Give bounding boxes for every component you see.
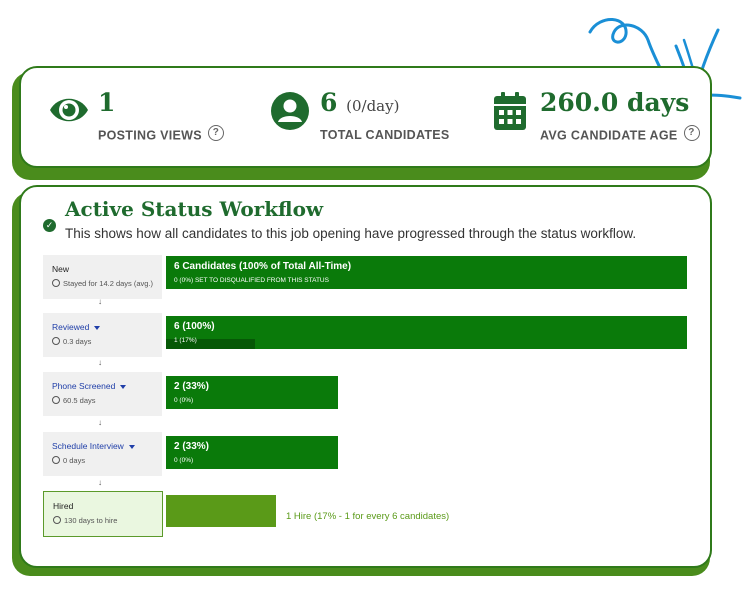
stage-bar-sublabel: 0 (0%) <box>174 397 194 404</box>
total-candidates-number: 6 <box>320 88 338 117</box>
stage-bar-label: 2 (33%) <box>174 441 210 452</box>
stage-bar-sublabel: 0 (0%) <box>174 457 194 464</box>
stage-name-dropdown[interactable]: Schedule Interview <box>52 440 153 452</box>
stage-time: 0 days <box>52 456 153 465</box>
eye-icon <box>50 98 88 122</box>
stage-reviewed: Reviewed 0.3 days <box>43 313 162 357</box>
stage-bar-sublabel: 1 (17%) <box>174 337 197 344</box>
stage-name-text: Schedule Interview <box>52 441 124 451</box>
posting-views-label-text: POSTING VIEWS <box>98 128 202 143</box>
hired-bar <box>166 495 276 527</box>
help-icon[interactable]: ? <box>683 125 700 141</box>
stage-name-dropdown[interactable]: Phone Screened <box>52 380 153 392</box>
clock-icon <box>52 337 60 345</box>
chevron-down-icon <box>128 444 135 449</box>
stage-bar-label: 6 (100%) <box>174 321 215 332</box>
stage-hired: Hired 130 days to hire <box>43 491 163 537</box>
stage-name-dropdown[interactable]: Reviewed <box>52 321 153 333</box>
arrow-down-icon: ↓ <box>98 418 102 427</box>
clock-icon <box>53 516 61 524</box>
stage-bar-label: 2 (33%) <box>174 381 210 392</box>
stage-schedule-interview: Schedule Interview 0 days <box>43 432 162 476</box>
clock-icon <box>52 279 60 287</box>
avg-candidate-age-value: 260.0 days <box>540 88 690 117</box>
posting-views-value: 1 <box>98 88 116 117</box>
stage-name: Hired <box>53 501 74 511</box>
stage-name: New <box>52 264 70 274</box>
stage-new: New Stayed for 14.2 days (avg.) <box>43 255 162 299</box>
avg-candidate-age-label: AVG CANDIDATE AGE? <box>540 125 700 144</box>
clock-icon <box>52 456 60 464</box>
stage-time-text: 0 days <box>63 456 86 465</box>
stage-bar-schedule-interview: 2 (33%) 0 (0%) <box>166 436 338 469</box>
arrow-down-icon: ↓ <box>98 478 102 487</box>
stage-phone-screened: Phone Screened 60.5 days <box>43 372 162 416</box>
stage-bar-new: 6 Candidates (100% of Total All-Time) 0 … <box>166 256 687 289</box>
stage-time-text: Stayed for 14.2 days (avg.) <box>63 279 154 288</box>
stage-time-text: 0.3 days <box>63 337 92 346</box>
arrow-down-icon: ↓ <box>98 297 102 306</box>
candidates-per-day: (0/day) <box>346 97 400 115</box>
workflow-title: Active Status Workflow <box>65 197 324 221</box>
chevron-down-icon <box>120 384 127 389</box>
chevron-down-icon <box>94 325 101 330</box>
stage-time: 0.3 days <box>52 337 153 346</box>
workflow-subtitle: This shows how all candidates to this jo… <box>65 226 637 241</box>
total-candidates-label: TOTAL CANDIDATES <box>320 128 450 142</box>
posting-views-label: POSTING VIEWS? <box>98 125 224 144</box>
calendar-icon <box>494 92 526 130</box>
stage-name-text: Phone Screened <box>52 381 116 391</box>
user-icon <box>271 92 309 130</box>
stage-bar-reviewed: 6 (100%) 1 (17%) <box>166 316 687 349</box>
stage-name-text: Reviewed <box>52 322 90 332</box>
stage-time: 60.5 days <box>52 396 153 405</box>
stage-bar-phone-screened: 2 (33%) 0 (0%) <box>166 376 338 409</box>
check-icon: ✓ <box>43 219 56 232</box>
stage-bar-sublabel: 0 (0%) SET TO DISQUALIFIED FROM THIS STA… <box>174 277 329 284</box>
total-candidates-value: 6 (0/day) <box>320 88 399 121</box>
help-icon[interactable]: ? <box>207 125 224 141</box>
stage-time: Stayed for 14.2 days (avg.) <box>52 279 153 288</box>
clock-icon <box>52 396 60 404</box>
arrow-down-icon: ↓ <box>98 358 102 367</box>
stage-time: 130 days to hire <box>53 516 153 525</box>
avg-candidate-age-label-text: AVG CANDIDATE AGE <box>540 128 678 143</box>
stage-bar-label: 6 Candidates (100% of Total All-Time) <box>174 261 352 272</box>
stage-time-text: 60.5 days <box>63 396 96 405</box>
stage-time-text: 130 days to hire <box>64 516 118 525</box>
hired-summary: 1 Hire (17% - 1 for every 6 candidates) <box>286 511 450 522</box>
